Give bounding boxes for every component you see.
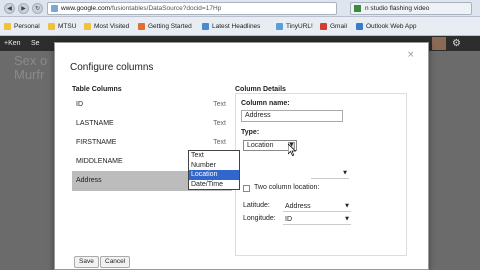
type-option-number[interactable]: Number: [189, 161, 239, 171]
bookmark-most-visited[interactable]: Most Visited: [84, 21, 129, 32]
longitude-label: Longitude:: [243, 215, 276, 222]
bookmark-personal[interactable]: Personal: [4, 21, 40, 32]
bookmarks-bar: Personal MTSU Most Visited Getting Start…: [0, 17, 480, 36]
browser-tab[interactable]: n studio flashing video: [350, 2, 472, 15]
latitude-label: Latitude:: [243, 202, 270, 209]
type-option-datetime[interactable]: Date/Time: [189, 180, 239, 190]
site-favicon-icon: [51, 5, 58, 12]
chevron-down-icon: ▼: [345, 216, 349, 222]
configure-columns-dialog: Configure columns × Table Columns ID Tex…: [54, 42, 429, 270]
type-option-location[interactable]: Location: [189, 170, 239, 180]
tab-title: n studio flashing video: [365, 5, 430, 12]
outlook-icon: [356, 23, 363, 30]
column-row-id[interactable]: ID Text: [72, 95, 232, 115]
column-name-input[interactable]: Address: [241, 110, 343, 122]
reload-icon[interactable]: ↻: [32, 3, 43, 14]
link-icon: [276, 23, 283, 30]
user-link[interactable]: +Ken: [4, 38, 21, 49]
close-icon[interactable]: ×: [407, 50, 415, 60]
table-columns-header: Table Columns: [72, 86, 122, 93]
mail-icon: [320, 23, 327, 30]
mouse-cursor-icon: [288, 144, 296, 156]
bookmark-latest-headlines[interactable]: Latest Headlines: [202, 21, 260, 32]
latitude-select[interactable]: Address ▼: [283, 201, 351, 212]
cancel-button[interactable]: Cancel: [100, 256, 131, 268]
type-label: Type:: [241, 129, 260, 136]
save-button[interactable]: Save: [74, 256, 99, 268]
dialog-title: Configure columns: [70, 62, 154, 73]
bookmark-gmail[interactable]: Gmail: [320, 21, 347, 32]
folder-icon: [4, 23, 11, 30]
chevron-down-icon: ▼: [345, 203, 349, 209]
column-details-header: Column Details: [235, 86, 286, 93]
back-icon[interactable]: ◀: [4, 3, 15, 14]
rss-icon: [202, 23, 209, 30]
column-row-lastname[interactable]: LASTNAME Text: [72, 114, 232, 134]
star-icon: [84, 23, 91, 30]
url-path: /fusiontables/DataSource?docid=17Hp: [110, 5, 222, 12]
address-bar[interactable]: www.google.com/fusiontables/DataSource?d…: [47, 2, 337, 15]
bookmark-mtsu[interactable]: MTSU: [48, 21, 76, 32]
browser-toolbar: ◀ ▶ ↻ www.google.com/fusiontables/DataSo…: [0, 0, 480, 17]
avatar[interactable]: [432, 37, 446, 50]
bg-heading-1: Sex o: [14, 53, 48, 68]
type-option-text[interactable]: Text: [189, 151, 239, 161]
bookmark-getting-started[interactable]: Getting Started: [138, 21, 192, 32]
bg-heading-2: Murfr: [14, 67, 45, 82]
column-name-label: Column name:: [241, 100, 290, 107]
tab-favicon-icon: [354, 5, 361, 12]
hidden-select-stub[interactable]: ▼: [311, 168, 349, 179]
gear-icon[interactable]: ⚙: [452, 37, 461, 50]
folder-icon: [48, 23, 55, 30]
two-column-location-checkbox[interactable]: [243, 185, 250, 192]
forward-icon[interactable]: ▶: [18, 3, 29, 14]
bookmark-outlook[interactable]: Outlook Web App: [356, 21, 416, 32]
search-link[interactable]: Se: [31, 38, 40, 49]
url-domain: www.google.com: [61, 5, 111, 12]
firefox-icon: [138, 23, 145, 30]
two-column-location-label: Two column location:: [254, 184, 320, 191]
longitude-select[interactable]: ID ▼: [283, 214, 351, 225]
type-dropdown-list: Text Number Location Date/Time: [188, 150, 240, 190]
chevron-down-icon: ▼: [343, 170, 347, 176]
bookmark-tinyurl[interactable]: TinyURL!: [276, 21, 313, 32]
